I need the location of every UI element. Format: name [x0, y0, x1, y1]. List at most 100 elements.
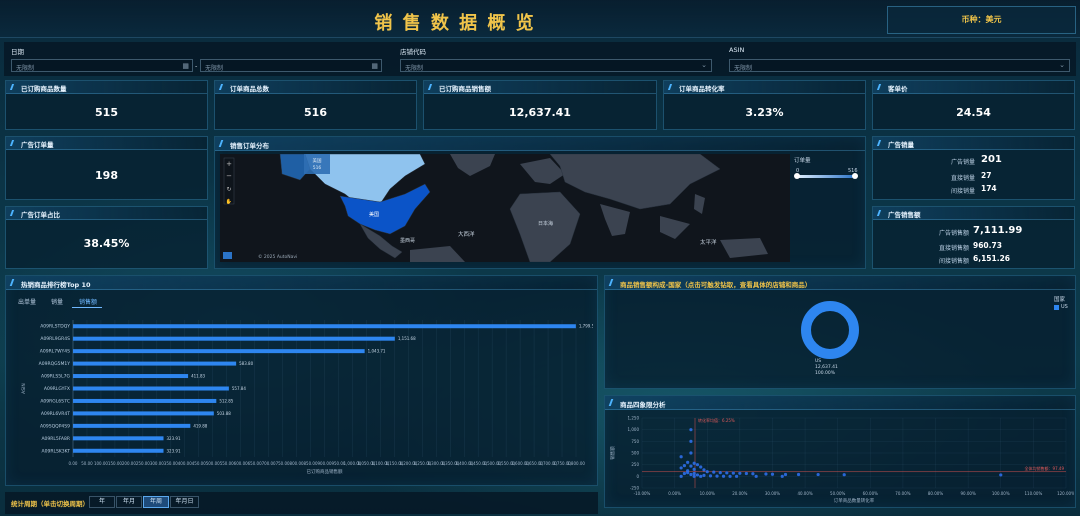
map-legend-title: 订单量: [794, 158, 811, 164]
x-tick-label: 20.00%: [732, 491, 747, 496]
ad-sales-amt-row-label: 直接销售额: [938, 245, 969, 252]
scatter-point: [718, 471, 722, 475]
title-mark-icon: [876, 210, 886, 216]
bar-value-label: 411.83: [191, 374, 205, 379]
chevron-down-icon[interactable]: ⌄: [1059, 61, 1065, 69]
scatter-point: [731, 471, 735, 475]
bar: [73, 349, 365, 354]
kpi-ordered-sales: 已订购商品销售额 12,637.41: [423, 80, 657, 130]
x-tick-label: 350.00: [164, 461, 178, 466]
x-tick-label: 750.00: [276, 461, 290, 466]
scatter-point: [679, 466, 683, 470]
quadrant-scatter-chart[interactable]: -10.00% 0.00% 10.00% 20.00% 30.00% 40.00% 50.0…: [606, 410, 1074, 508]
y-tick-label: 750: [631, 439, 639, 444]
scatter-point: [699, 465, 703, 469]
map-popup-value: 516: [313, 165, 322, 171]
y-tick-label: A09RLSTDQY: [40, 324, 70, 330]
donut-label-value: 12,637.41: [815, 364, 838, 370]
zoom-in-icon[interactable]: +: [226, 160, 232, 168]
scatter-point: [728, 474, 732, 478]
y-tick-label: A09RGL6S7C: [40, 398, 70, 404]
donut-label-percent: 100.00%: [815, 370, 836, 376]
scatter-point: [721, 474, 726, 478]
scatter-point: [816, 472, 820, 477]
title-mark-icon: [218, 140, 228, 147]
date-separator: -: [195, 62, 198, 70]
hand-icon[interactable]: ✋: [226, 198, 232, 205]
ad-sales-amt-row-label: 广告销售额: [938, 230, 969, 237]
map-label-japan: 日本海: [538, 220, 553, 227]
y-tick-label: A09RL9GR4S: [40, 336, 70, 342]
bar: [73, 448, 164, 453]
calendar-icon[interactable]: ▦: [371, 62, 378, 70]
date-start-input[interactable]: 无限制 ▦: [11, 59, 193, 72]
scatter-point: [842, 473, 846, 477]
x-tick-label: 50.00%: [830, 491, 845, 496]
scatter-point: [783, 472, 788, 477]
map-label-mexico: 墨西哥: [400, 238, 415, 244]
tab-units[interactable]: 销量: [51, 297, 63, 306]
bar-value-label: 323.91: [167, 448, 181, 453]
shop-label: 店铺代码: [400, 48, 426, 56]
period-year-month-day-button[interactable]: 年月日: [170, 496, 199, 508]
x-tick-label: 200.00: [122, 461, 136, 466]
kpi-value: 12,637.41: [509, 106, 571, 119]
y-axis-title: ASIN: [21, 383, 27, 394]
header-title: 销 售 数 据 概 览: [374, 13, 536, 34]
world-map[interactable]: 美国 516 大西洋 太平洋 日本海 墨西哥 美国 + − ↻ ✋ © 2025…: [220, 154, 790, 262]
slider-handle-min[interactable]: [794, 173, 800, 179]
x-tick-label: 100.00: [94, 461, 108, 466]
ad-sales-amount-panel: 广告销售额 广告销售额 7,111.99 直接销售额 960.73 间接销售额 …: [872, 206, 1075, 269]
currency-label: 币种：美元: [961, 15, 1002, 24]
period-year-week-button[interactable]: 年周: [143, 496, 169, 508]
y-tick-label: A09RQG5M1Y: [39, 361, 71, 367]
scatter-point: [754, 474, 758, 478]
pie-legend-swatch[interactable]: [1054, 305, 1059, 310]
kpi-order-total: 订单商品总数 516: [214, 80, 417, 130]
scatter-point: [702, 468, 706, 472]
title-mark-icon: [9, 210, 19, 216]
reset-icon[interactable]: ↻: [226, 186, 231, 193]
tab-order-count[interactable]: 出单量: [18, 297, 36, 306]
title-mark-icon: [608, 399, 618, 406]
x-tick-label: 50.00: [81, 461, 93, 466]
map-legend-slider[interactable]: [797, 175, 855, 178]
scatter-point: [770, 472, 775, 476]
shop-select[interactable]: 无限制 ⌄: [400, 59, 712, 72]
title-mark-icon: [9, 279, 19, 286]
scatter-point: [796, 472, 801, 477]
pie-legend-item[interactable]: US: [1061, 304, 1068, 310]
ad-sales-amt-row-label: 间接销售额: [938, 258, 969, 265]
calendar-icon[interactable]: ▦: [182, 62, 189, 70]
scatter-point: [725, 471, 729, 475]
x-tick-label: 250.00: [136, 461, 150, 466]
title-mark-icon: [9, 140, 19, 146]
bar-value-label: 1,151.68: [398, 336, 416, 341]
mean-conversion-label: 转化率均值：6.25%: [698, 417, 735, 423]
title-mark-icon: [9, 84, 19, 90]
date-end-input[interactable]: 无限制 ▦: [200, 59, 382, 72]
kpi-conversion: 订单商品转化率 3.23%: [663, 80, 866, 130]
y-tick-label: 0: [636, 474, 639, 479]
y-tick-label: A09RLS5L7G: [41, 374, 71, 380]
ad-sales-qty-row-label: 广告销量: [950, 159, 975, 166]
zoom-out-icon[interactable]: −: [226, 172, 232, 180]
asin-label: ASIN: [729, 46, 745, 54]
scatter-point: [695, 463, 700, 467]
tab-sales[interactable]: 销售额: [79, 297, 97, 306]
date-label: 日期: [11, 48, 24, 56]
slider-handle-max[interactable]: [852, 173, 858, 179]
x-tick-label: 600.00: [234, 461, 248, 466]
map-popup-country: 美国: [313, 157, 322, 164]
period-year-button[interactable]: 年: [89, 496, 115, 508]
scatter-point: [689, 464, 693, 468]
period-year-month-button[interactable]: 年月: [116, 496, 142, 508]
x-tick-label: 60.00%: [863, 491, 878, 496]
chevron-down-icon[interactable]: ⌄: [701, 61, 707, 69]
x-tick-label: 40.00%: [797, 491, 812, 496]
map-attribution: © 2025 AutoNavi: [258, 253, 297, 260]
sales-country-donut[interactable]: US12,637.41100.00%: [760, 296, 900, 386]
asin-select[interactable]: 无限制 ⌄: [729, 59, 1070, 72]
x-tick-label: -10.00%: [634, 491, 651, 496]
scatter-point: [695, 473, 700, 477]
